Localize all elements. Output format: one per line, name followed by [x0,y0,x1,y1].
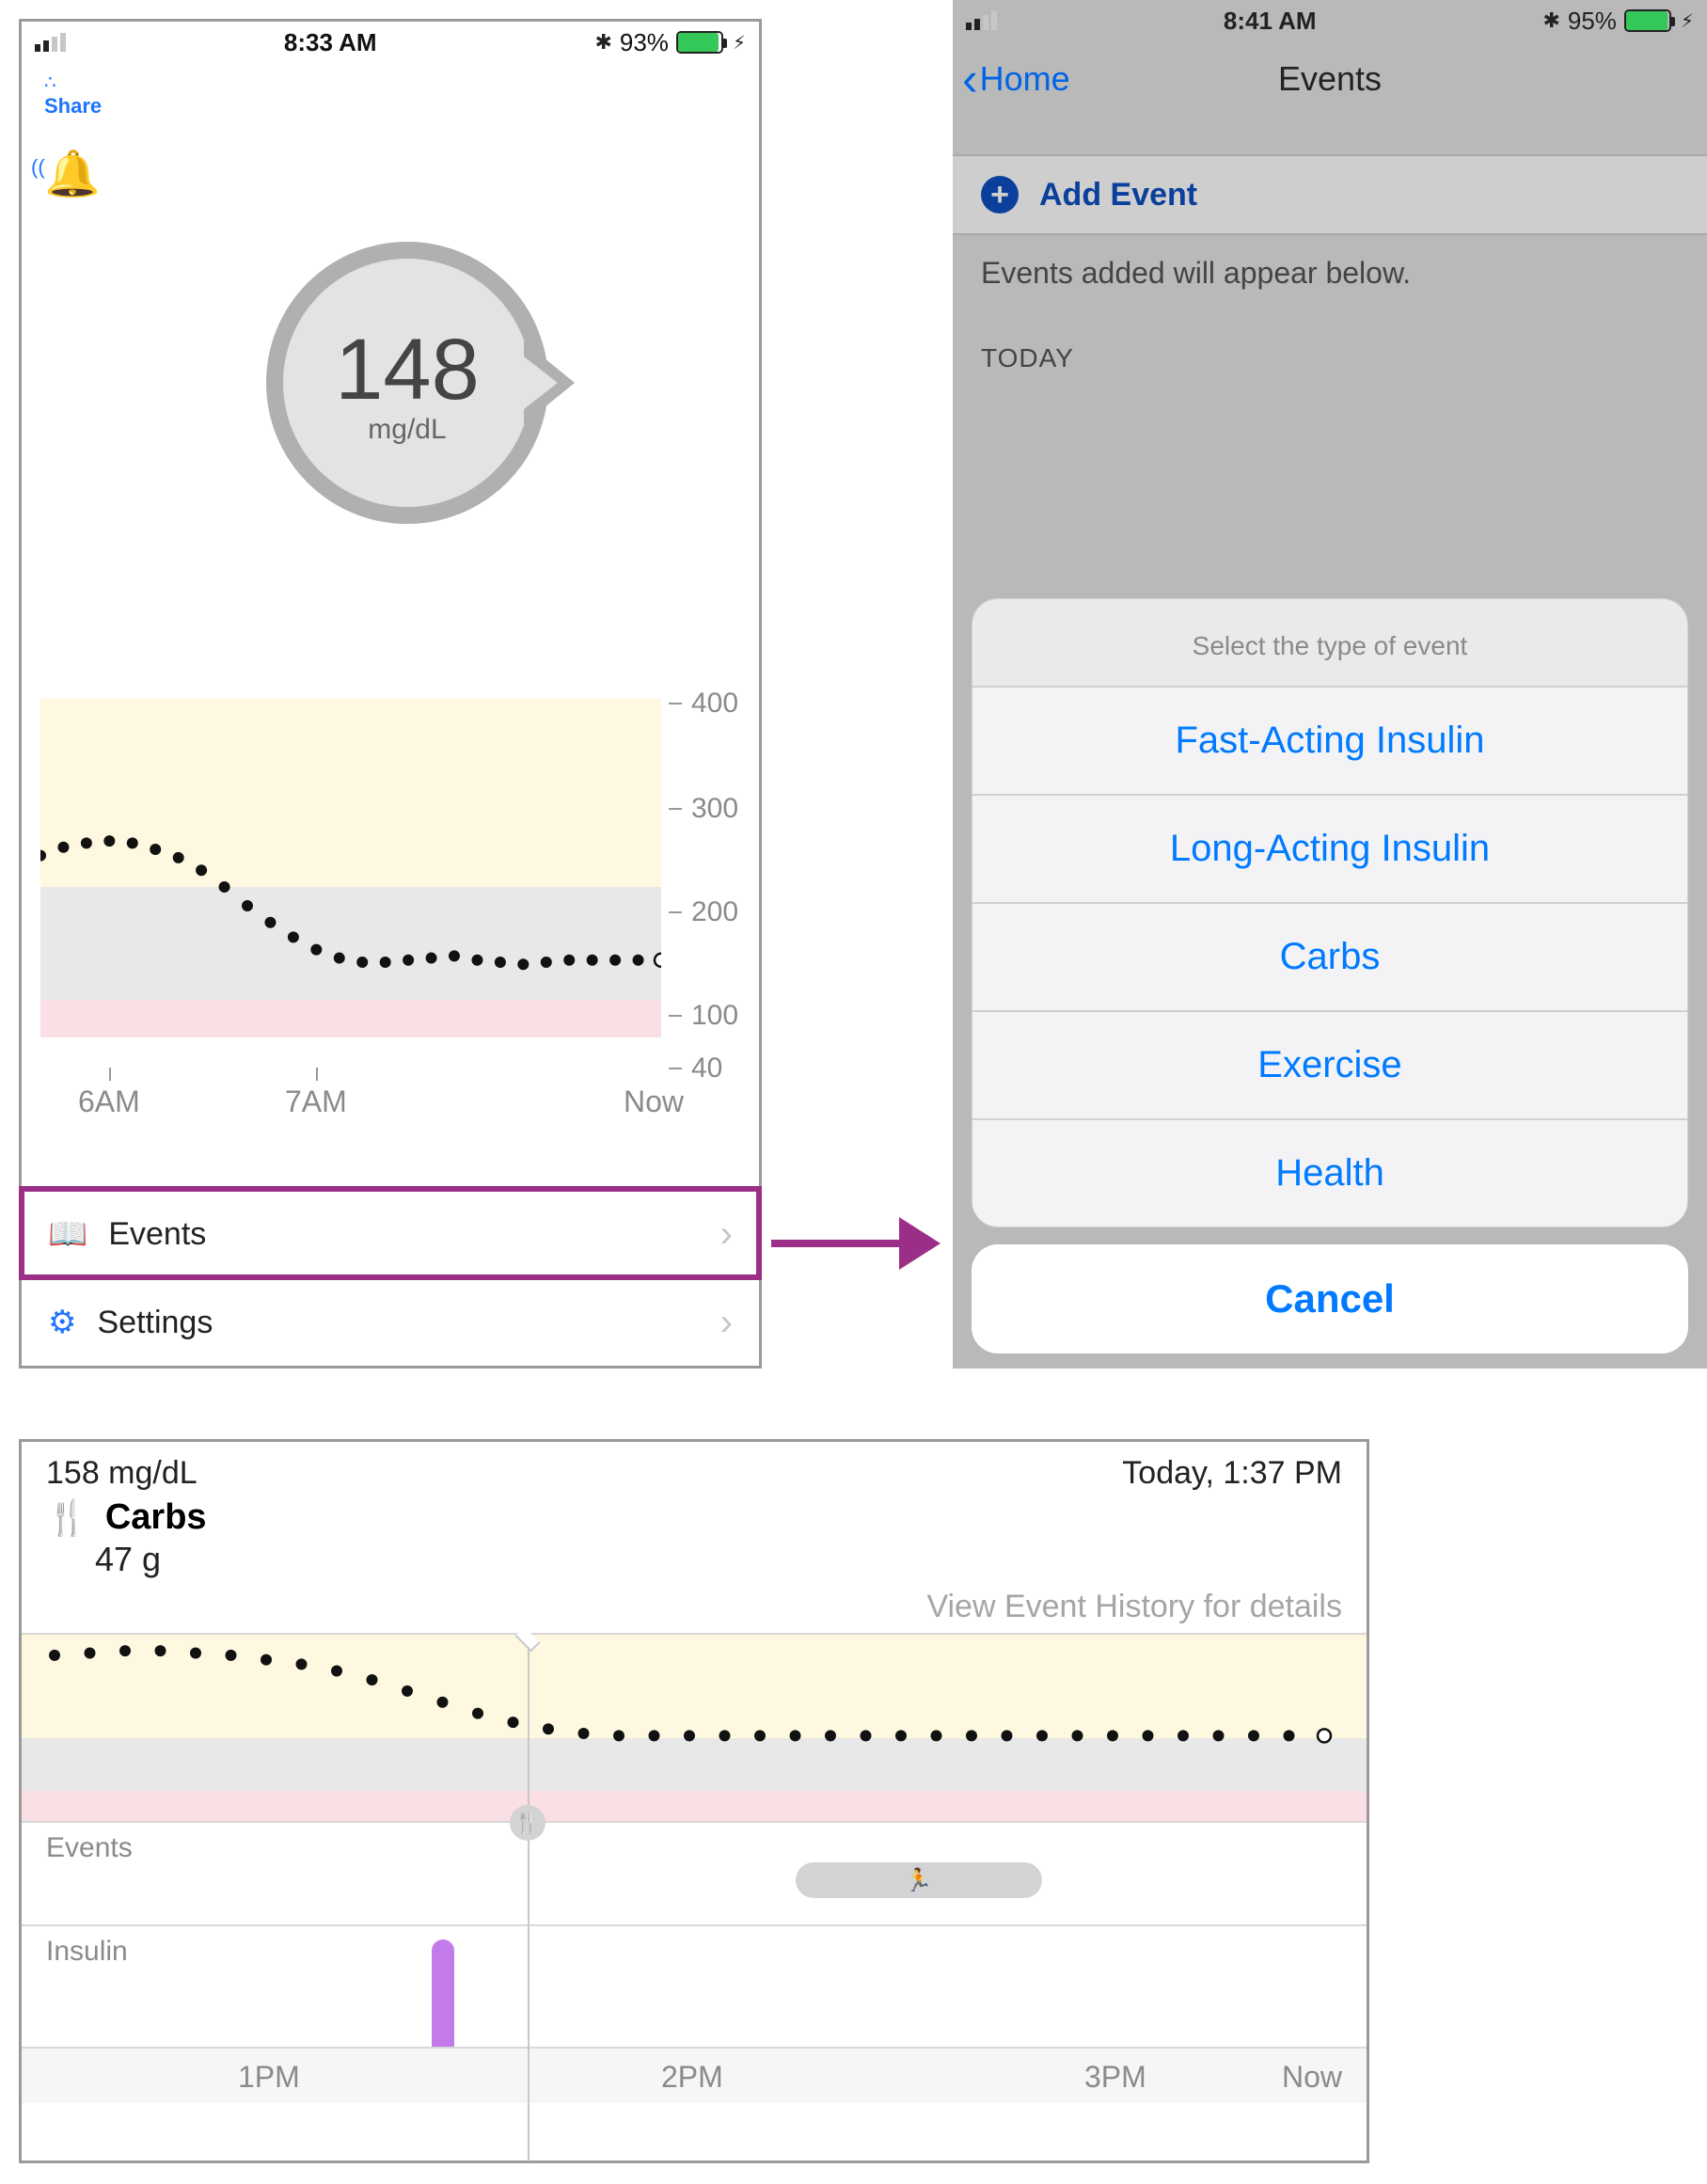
bluetooth-icon: ✱ [594,30,611,55]
trend-dots [22,1635,1367,1823]
today-header: TODAY [953,334,1707,383]
detail-event-value: 47 g [22,1538,1367,1589]
sheet-cancel-button[interactable]: Cancel [972,1244,1688,1353]
events-subtext: Events added will appear below. [953,235,1707,334]
share-icon: ∴ [44,71,759,94]
share-button[interactable]: ∴ Share [22,63,759,119]
menu-events-row[interactable]: 📖 Events › [22,1189,759,1277]
action-sheet: Select the type of event Fast-Acting Ins… [972,598,1688,1353]
glucose-gauge: 148 mg/dL [266,242,567,543]
events-track: Events 🍴 🏃 [22,1821,1367,1924]
sheet-option-exercise[interactable]: Exercise [972,1010,1687,1118]
events-icon: 📖 [48,1215,87,1253]
home-trend-chart[interactable]: 400 300 200 100 40 6AM 7AM Now [40,699,740,1113]
menu-settings-row[interactable]: ⚙ Settings › [22,1277,759,1366]
status-time: 8:33 AM [284,28,377,57]
y-axis: 400 300 200 100 40 [669,699,772,1075]
sheet-option-long-insulin[interactable]: Long-Acting Insulin [972,794,1687,902]
page-title: Events [953,59,1707,99]
insulin-track: Insulin [22,1924,1367,2047]
home-screen: 8:33 AM ✱ 93% ⚡︎ ∴ Share 🔔(( 148 mg/dL [19,19,762,1369]
signal-icon [35,33,66,52]
gear-icon: ⚙ [48,1304,76,1341]
sheet-option-carbs[interactable]: Carbs [972,902,1687,1010]
charging-icon: ⚡︎ [733,31,746,55]
glucose-value: 148 [335,321,480,419]
event-marker-carbs-icon[interactable]: 🍴 [510,1805,545,1841]
status-bar: 8:41 AM ✱ 95% ⚡︎ [953,0,1707,41]
signal-icon [966,11,997,30]
chevron-right-icon: › [720,1302,733,1344]
chevron-right-icon: › [720,1213,733,1256]
add-event-row[interactable]: + Add Event [953,154,1707,235]
event-detail-panel: 158 mg/dL Today, 1:37 PM 🍴 Carbs 47 g Vi… [19,1439,1369,2163]
sheet-option-fast-insulin[interactable]: Fast-Acting Insulin [972,686,1687,794]
status-time: 8:41 AM [1224,7,1317,36]
detail-event-label: Carbs [105,1497,207,1538]
sheet-title: Select the type of event [972,599,1687,686]
x-axis: 1PM 2PM 3PM Now [22,2047,1367,2103]
battery-icon [1624,9,1671,32]
alerts-bell-icon[interactable]: 🔔(( [44,150,101,199]
history-hint[interactable]: View Event History for details [22,1589,1367,1633]
charging-icon: ⚡︎ [1681,9,1694,33]
insulin-dose-bar[interactable] [432,1939,454,2047]
nav-bar: ‹ Home Events [953,41,1707,117]
trend-arrow-icon [524,341,575,424]
glucose-unit: mg/dL [368,414,446,446]
events-screen: 8:41 AM ✱ 95% ⚡︎ ‹ Home Events + Add Eve… [953,0,1707,1369]
detail-reading: 158 mg/dL [46,1455,198,1492]
menu-events-label: Events [108,1216,206,1253]
sheet-option-health[interactable]: Health [972,1118,1687,1227]
carbs-icon: 🍴 [46,1498,88,1538]
menu-settings-label: Settings [97,1305,213,1341]
plus-circle-icon: + [981,176,1019,214]
detail-timestamp: Today, 1:37 PM [1122,1455,1342,1492]
battery-percent: 95% [1568,7,1617,36]
battery-icon [676,31,723,54]
bluetooth-icon: ✱ [1542,8,1559,33]
detail-trend-chart[interactable] [22,1633,1367,1821]
event-marker-exercise-icon[interactable]: 🏃 [796,1862,1043,1898]
battery-percent: 93% [620,28,669,57]
flow-arrow-icon [771,1215,940,1272]
time-marker[interactable] [528,1635,529,2161]
status-bar: 8:33 AM ✱ 93% ⚡︎ [22,22,759,63]
trend-dots [40,699,661,1075]
